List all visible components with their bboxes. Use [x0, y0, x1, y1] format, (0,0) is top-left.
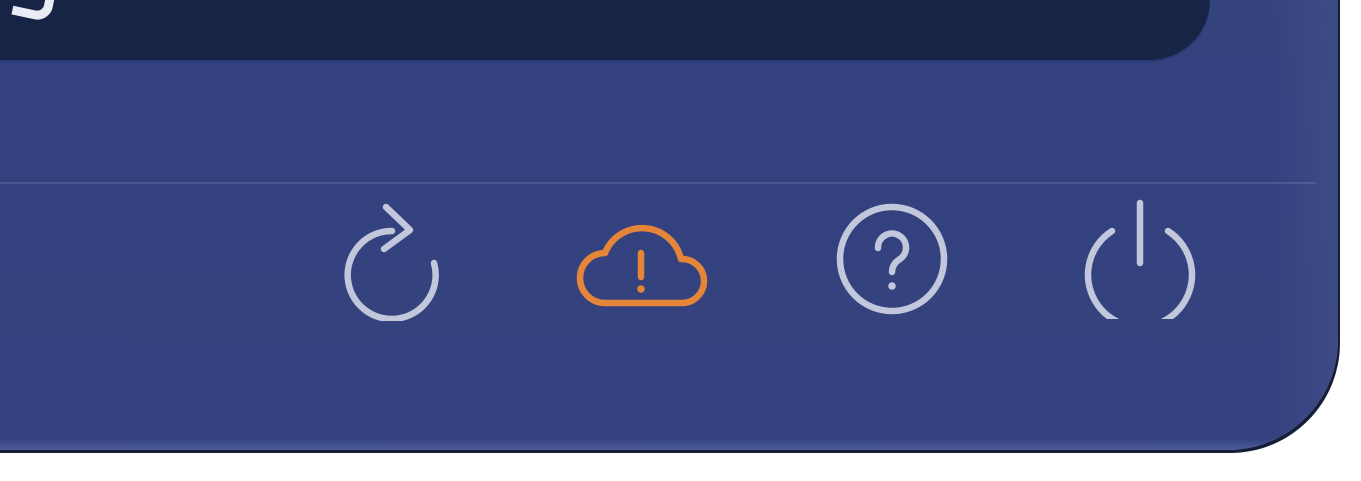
power-button[interactable] — [1070, 194, 1210, 324]
power-icon — [1084, 199, 1196, 319]
cloud-status-button[interactable] — [571, 194, 711, 324]
cloud-alert-icon — [576, 224, 708, 307]
help-circle-icon — [836, 203, 948, 315]
window-bottom-edge — [0, 438, 1338, 450]
help-button[interactable] — [822, 194, 962, 324]
partial-glyph-icon — [11, 0, 58, 23]
refresh-button[interactable] — [323, 194, 463, 324]
app-window — [0, 0, 1338, 450]
footer-toolbar — [0, 184, 1338, 384]
content-panel — [0, 0, 1210, 60]
refresh-icon — [344, 203, 439, 321]
